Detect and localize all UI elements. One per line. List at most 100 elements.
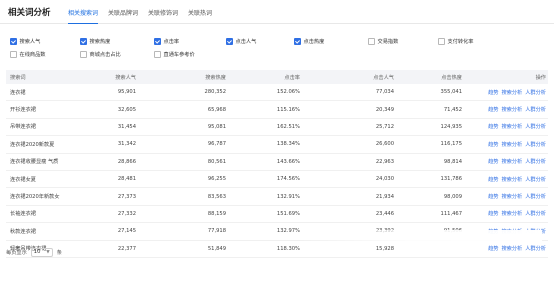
cell-click-popularity: 20,349 bbox=[375, 106, 394, 113]
crowd-analysis-link[interactable]: 人群分析 bbox=[525, 245, 546, 252]
cell-click-rate: 174.56% bbox=[276, 176, 300, 183]
crowd-analysis-link[interactable]: 人群分析 bbox=[525, 158, 546, 165]
search-analysis-link[interactable]: 搜索分析 bbox=[501, 193, 522, 200]
crowd-analysis-link[interactable]: 人群分析 bbox=[525, 106, 546, 113]
cell-search-popularity: 32,605 bbox=[117, 106, 136, 113]
crowd-analysis-link[interactable]: 人群分析 bbox=[525, 210, 546, 217]
crowd-analysis-link[interactable]: 人群分析 bbox=[525, 176, 546, 183]
filter-label: 搜索人气 bbox=[19, 39, 41, 45]
search-analysis-link[interactable]: 搜索分析 bbox=[501, 89, 522, 96]
search-analysis-link[interactable]: 搜索分析 bbox=[501, 176, 522, 183]
crowd-analysis-link[interactable]: 人群分析 bbox=[525, 123, 546, 130]
filter-click-rate[interactable]: 点击率 bbox=[154, 38, 179, 45]
trend-link[interactable]: 趋势 bbox=[488, 176, 498, 183]
trend-link[interactable]: 趋势 bbox=[488, 193, 498, 200]
cell-click-popularity: 21,934 bbox=[375, 193, 394, 200]
cell-click-popularity: 26,600 bbox=[375, 141, 394, 148]
tab-hot-words[interactable]: 关联热词 bbox=[188, 0, 212, 24]
filter-click-popularity[interactable]: 点击人气 bbox=[226, 38, 256, 45]
tab-related-search-words[interactable]: 相关搜索词 bbox=[68, 0, 99, 24]
column-header-click-popularity[interactable]: 点击人气 bbox=[373, 70, 394, 84]
filter-pay-conversion[interactable]: 支付转化率 bbox=[438, 38, 473, 45]
checkbox-checked-icon[interactable] bbox=[294, 38, 301, 45]
checkbox-checked-icon[interactable] bbox=[80, 38, 87, 45]
column-header-search-heat[interactable]: 搜索热度 bbox=[205, 70, 226, 84]
checkbox-checked-icon[interactable] bbox=[226, 38, 233, 45]
cell-click-popularity: 23,446 bbox=[375, 210, 394, 217]
crowd-analysis-link[interactable]: 人群分析 bbox=[525, 141, 546, 148]
tab-brand-words[interactable]: 关联品牌词 bbox=[108, 0, 138, 24]
cell-actions: 趋势 搜索分析 人群分析 bbox=[485, 241, 546, 257]
page-size-prefix: 每页显示 bbox=[6, 249, 27, 256]
cell-search-heat: 80,561 bbox=[207, 158, 226, 165]
checkbox-unchecked-icon[interactable] bbox=[438, 38, 445, 45]
filter-ztc-ref-price[interactable]: 直通车参考价 bbox=[154, 51, 195, 58]
cell-click-rate: 138.34% bbox=[276, 141, 300, 148]
column-header-click-rate[interactable]: 点击率 bbox=[284, 70, 300, 84]
filter-online-items[interactable]: 在线商品数 bbox=[10, 51, 45, 58]
column-header-search-popularity[interactable]: 搜索人气 bbox=[115, 70, 136, 84]
cell-search-popularity: 31,454 bbox=[117, 123, 136, 130]
page-size-select[interactable]: 10 ▼ bbox=[30, 247, 53, 257]
trend-link[interactable]: 趋势 bbox=[488, 228, 498, 235]
cell-search-heat: 65,968 bbox=[207, 106, 226, 113]
cell-click-rate: 132.91% bbox=[276, 193, 300, 200]
trend-link[interactable]: 趋势 bbox=[488, 245, 498, 252]
cell-actions: 趋势 搜索分析 人群分析 bbox=[485, 136, 546, 152]
cell-click-rate: 143.66% bbox=[276, 158, 300, 165]
keyword-table: 搜索词 搜索人气 搜索热度 点击率 点击人气 点击热度 操作 连衣裙 95,901… bbox=[6, 70, 548, 258]
cell-actions: 趋势 搜索分析 人群分析 bbox=[485, 101, 546, 117]
filter-trade-index[interactable]: 交易指数 bbox=[368, 38, 398, 45]
chevron-down-icon: ▼ bbox=[46, 249, 50, 255]
tab-modifier-words[interactable]: 关联修饰词 bbox=[148, 0, 178, 24]
cell-actions: 趋势 搜索分析 人群分析 bbox=[485, 171, 546, 187]
cell-click-popularity: 22,963 bbox=[375, 158, 394, 165]
trend-link[interactable]: 趋势 bbox=[488, 123, 498, 130]
checkbox-unchecked-icon[interactable] bbox=[154, 51, 161, 58]
filter-label: 商城点击占比 bbox=[89, 52, 121, 58]
search-analysis-link[interactable]: 搜索分析 bbox=[501, 141, 522, 148]
search-analysis-link[interactable]: 搜索分析 bbox=[501, 228, 522, 235]
checkbox-checked-icon[interactable] bbox=[10, 38, 17, 45]
crowd-analysis-link[interactable]: 人群分析 bbox=[525, 193, 546, 200]
cell-click-popularity: 15,928 bbox=[375, 245, 394, 252]
column-header-click-heat[interactable]: 点击热度 bbox=[441, 70, 462, 84]
cell-search-popularity: 27,332 bbox=[117, 210, 136, 217]
cell-click-rate: 118.30% bbox=[276, 245, 300, 252]
trend-link[interactable]: 趋势 bbox=[488, 89, 498, 96]
trend-link[interactable]: 趋势 bbox=[488, 210, 498, 217]
trend-link[interactable]: 趋势 bbox=[488, 141, 498, 148]
filter-search-heat[interactable]: 搜索热度 bbox=[80, 38, 110, 45]
cell-click-heat: 111,467 bbox=[440, 210, 462, 217]
search-analysis-link[interactable]: 搜索分析 bbox=[501, 158, 522, 165]
search-analysis-link[interactable]: 搜索分析 bbox=[501, 245, 522, 252]
crowd-analysis-link[interactable]: 人群分析 bbox=[525, 228, 546, 235]
checkbox-unchecked-icon[interactable] bbox=[368, 38, 375, 45]
search-analysis-link[interactable]: 搜索分析 bbox=[501, 123, 522, 130]
search-analysis-link[interactable]: 搜索分析 bbox=[501, 210, 522, 217]
cell-click-heat: 131,786 bbox=[440, 176, 462, 183]
checkbox-unchecked-icon[interactable] bbox=[80, 51, 87, 58]
cell-click-heat: 116,175 bbox=[440, 141, 462, 148]
checkbox-unchecked-icon[interactable] bbox=[10, 51, 17, 58]
cell-search-heat: 280,352 bbox=[204, 89, 226, 96]
cell-search-heat: 51,849 bbox=[207, 245, 226, 252]
trend-link[interactable]: 趋势 bbox=[488, 106, 498, 113]
filter-label: 交易指数 bbox=[377, 39, 399, 45]
search-analysis-link[interactable]: 搜索分析 bbox=[501, 106, 522, 113]
column-header-keyword: 搜索词 bbox=[10, 74, 26, 81]
cell-click-heat: 91,506 bbox=[443, 228, 462, 235]
checkbox-checked-icon[interactable] bbox=[154, 38, 161, 45]
cell-search-heat: 95,081 bbox=[207, 123, 226, 130]
filter-click-heat[interactable]: 点击热度 bbox=[294, 38, 324, 45]
cell-search-heat: 83,563 bbox=[207, 193, 226, 200]
cell-actions: 趋势 搜索分析 人群分析 bbox=[485, 119, 546, 135]
filter-mall-click-share[interactable]: 商城点击占比 bbox=[80, 51, 121, 58]
trend-link[interactable]: 趋势 bbox=[488, 158, 498, 165]
cell-actions: 趋势 搜索分析 人群分析 bbox=[485, 223, 546, 239]
crowd-analysis-link[interactable]: 人群分析 bbox=[525, 89, 546, 96]
metric-filters: 搜索人气 搜索热度 点击率 点击人气 点击热度 交易指数 支付转化率 在线商品数… bbox=[6, 38, 546, 64]
filter-search-popularity[interactable]: 搜索人气 bbox=[10, 38, 40, 45]
pagination: 每页显示 10 ▼ 条 bbox=[6, 246, 62, 258]
cell-actions: 趋势 搜索分析 人群分析 bbox=[485, 188, 546, 204]
